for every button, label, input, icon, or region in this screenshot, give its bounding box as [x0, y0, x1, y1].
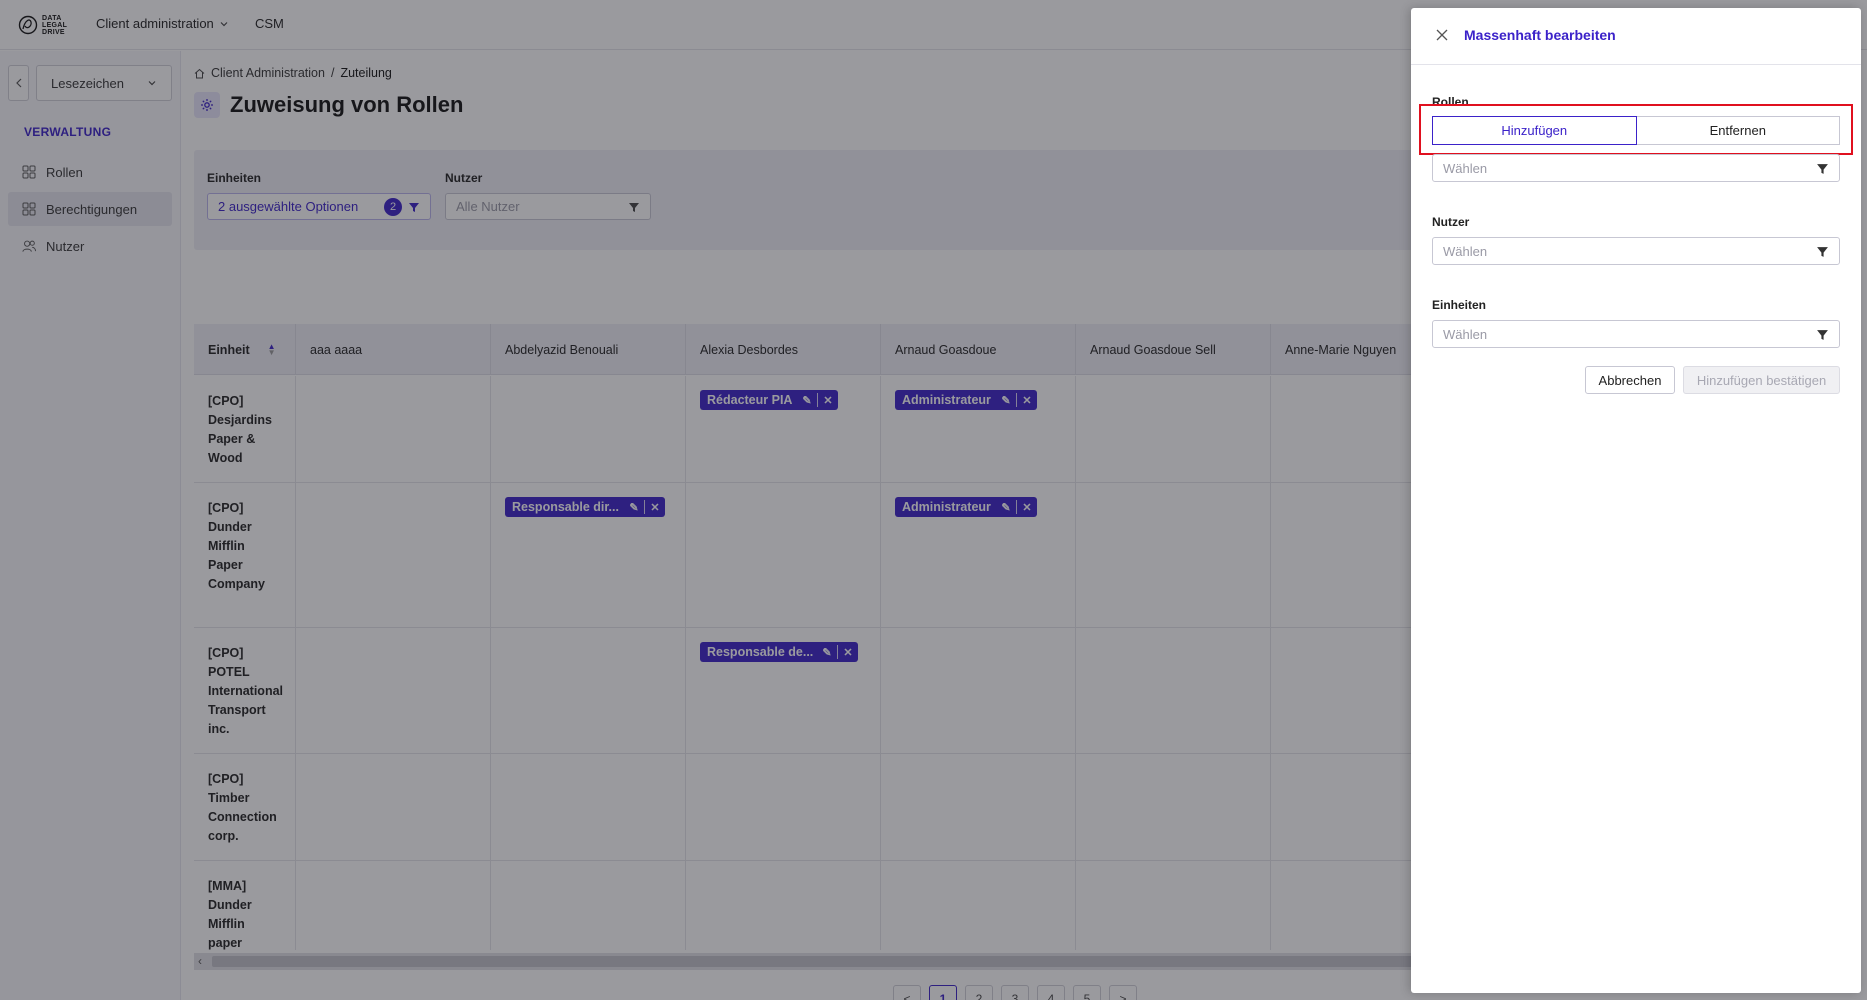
users-select-placeholder: Wählen	[1443, 243, 1488, 259]
highlight-box	[1419, 104, 1853, 155]
cancel-button[interactable]: Abbrechen	[1585, 366, 1675, 394]
roles-select-placeholder: Wählen	[1443, 160, 1488, 176]
drawer-header: Massenhaft bearbeiten	[1411, 8, 1861, 65]
filter-icon	[1817, 246, 1828, 257]
bulk-edit-drawer: Massenhaft bearbeiten Rollen Hinzufügen …	[1411, 8, 1861, 993]
confirm-add-button[interactable]: Hinzufügen bestätigen	[1683, 366, 1840, 394]
filter-icon	[1817, 329, 1828, 340]
units-select[interactable]: Wählen	[1432, 320, 1840, 348]
filter-icon	[1817, 163, 1828, 174]
users-select[interactable]: Wählen	[1432, 237, 1840, 265]
drawer-title: Massenhaft bearbeiten	[1464, 27, 1616, 43]
close-icon[interactable]	[1433, 26, 1451, 44]
users-label: Nutzer	[1432, 215, 1470, 229]
roles-select[interactable]: Wählen	[1432, 154, 1840, 182]
units-select-placeholder: Wählen	[1443, 326, 1488, 342]
units-label: Einheiten	[1432, 298, 1487, 312]
